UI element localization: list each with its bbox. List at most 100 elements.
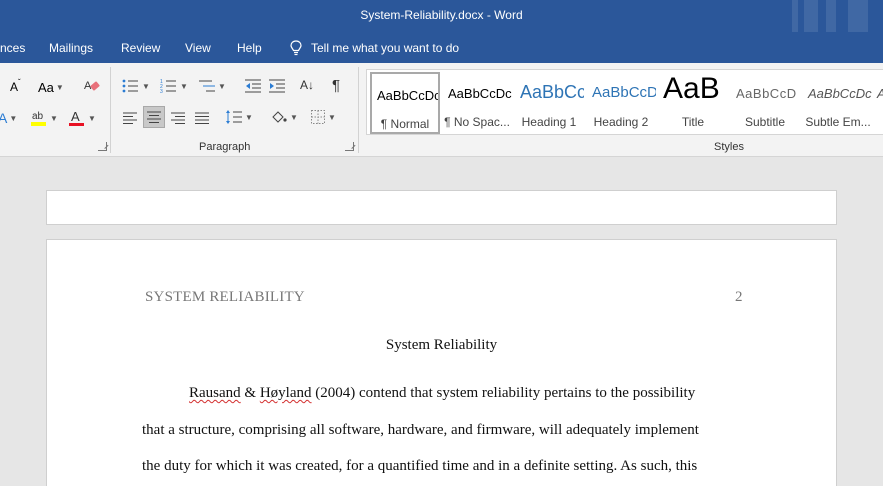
previous-page xyxy=(46,190,837,225)
style-name: ¶ No Spac... xyxy=(444,115,510,129)
style-sample: AaBbCcD xyxy=(592,84,656,101)
tell-me-label: Tell me what you want to do xyxy=(311,41,460,55)
decrease-indent-icon xyxy=(245,79,261,93)
numbering-icon: 1 2 3 xyxy=(160,79,176,94)
multilevel-list-button[interactable]: ▼ xyxy=(198,76,226,96)
style-heading-2[interactable]: AaBbCcD Heading 2 xyxy=(586,72,656,134)
style-subtle-emphasis[interactable]: AaBbCcDc Subtle Em... xyxy=(802,72,874,134)
change-case-button[interactable]: Aa ▼ xyxy=(38,77,64,97)
chevron-down-icon: ▼ xyxy=(218,81,226,91)
justify-button[interactable] xyxy=(194,108,210,128)
tab-review[interactable]: Review xyxy=(121,41,160,55)
style-no-spacing[interactable]: AaBbCcDc ¶ No Spac... xyxy=(442,72,512,134)
styles-gallery: AaBbCcDc ¶ Normal AaBbCcDc ¶ No Spac... … xyxy=(366,69,883,135)
decrease-font-size-button[interactable]: Aˇ xyxy=(10,77,21,97)
decrease-indent-button[interactable] xyxy=(244,76,262,96)
styles-group-label: Styles xyxy=(714,141,744,153)
document-page[interactable]: SYSTEM RELIABILITY 2 System Reliability … xyxy=(46,239,837,486)
borders-button[interactable]: ▼ xyxy=(310,107,336,127)
style-sample: AaB xyxy=(663,72,720,105)
text-effects-icon: A xyxy=(0,110,8,126)
style-name: ¶ Normal xyxy=(380,117,430,131)
style-name: Heading 1 xyxy=(521,115,577,129)
style-name: Subtitle xyxy=(744,115,786,129)
increase-indent-icon xyxy=(269,79,285,93)
paint-bucket-icon xyxy=(272,111,287,123)
style-sample: AaBbCc xyxy=(520,82,584,102)
style-partial[interactable]: A xyxy=(876,72,883,134)
clear-formatting-button[interactable]: A xyxy=(84,76,100,96)
style-name: Heading 2 xyxy=(593,115,649,129)
chevron-down-icon: ▼ xyxy=(50,113,58,123)
font-size-glyph: A xyxy=(10,80,19,94)
chevron-down-icon: ▼ xyxy=(9,113,18,123)
tab-help[interactable]: Help xyxy=(237,41,262,55)
page-number: 2 xyxy=(735,289,743,305)
justify-icon xyxy=(195,112,209,124)
caret-down-icon: ˇ xyxy=(18,77,21,87)
font-dialog-launcher-icon[interactable] xyxy=(98,142,107,151)
multilevel-list-icon xyxy=(199,80,215,92)
style-subtitle[interactable]: AaBbCcD Subtitle xyxy=(730,72,800,134)
chevron-down-icon: ▼ xyxy=(290,112,298,122)
style-sample-partial-icon: A xyxy=(877,86,883,101)
chevron-down-icon: ▼ xyxy=(245,112,253,122)
increase-indent-button[interactable] xyxy=(268,76,286,96)
group-separator xyxy=(358,67,359,153)
align-right-icon xyxy=(171,112,185,124)
line-spacing-icon xyxy=(226,110,242,124)
tab-view[interactable]: View xyxy=(185,41,211,55)
chevron-down-icon: ▼ xyxy=(328,112,336,122)
running-head: SYSTEM RELIABILITY xyxy=(145,289,305,305)
style-sample: AaBbCcDc xyxy=(808,86,872,101)
change-case-label: Aa xyxy=(38,79,54,95)
ribbon-tabs: nces Mailings Review View Help Tell me w… xyxy=(0,32,883,63)
align-right-button[interactable] xyxy=(170,108,186,128)
body-line-1: Rausand & Høyland (2004) contend that sy… xyxy=(189,385,695,402)
body-line-3: the duty for which it was created, for a… xyxy=(142,458,698,474)
title-bar: System-Reliability.docx - Word xyxy=(0,0,883,32)
shading-button[interactable]: ▼ xyxy=(270,107,298,127)
body-text: (2004) contend that system reliability p… xyxy=(311,385,696,401)
paragraph-dialog-launcher-icon[interactable] xyxy=(345,142,354,151)
line-spacing-button[interactable]: ▼ xyxy=(225,107,253,127)
sort-button[interactable]: A↓ xyxy=(300,75,314,95)
align-left-icon xyxy=(123,112,137,124)
style-normal[interactable]: AaBbCcDc ¶ Normal xyxy=(370,72,440,134)
numbering-button[interactable]: 1 2 3 ▼ xyxy=(160,76,188,96)
style-name: Subtle Em... xyxy=(805,115,871,129)
highlight-color-button[interactable]: ab ▼ xyxy=(30,108,58,128)
chevron-down-icon: ▼ xyxy=(88,113,96,123)
align-left-button[interactable] xyxy=(122,108,138,128)
style-name: Title xyxy=(681,115,705,129)
tab-references[interactable]: nces xyxy=(0,41,25,55)
tab-mailings[interactable]: Mailings xyxy=(49,41,93,55)
text-effects-button[interactable]: A ▼ xyxy=(0,108,17,128)
document-heading: System Reliability xyxy=(385,337,498,353)
style-title[interactable]: AaB Title xyxy=(658,72,728,134)
style-heading-1[interactable]: AaBbCc Heading 1 xyxy=(514,72,584,134)
style-sample: AaBbCcDc xyxy=(377,88,440,103)
spelling-error[interactable]: Høyland xyxy=(260,385,312,401)
font-color-icon: A xyxy=(69,109,84,126)
chevron-down-icon: ▼ xyxy=(142,81,150,91)
lightbulb-icon xyxy=(290,40,302,56)
sort-icon: A↓ xyxy=(300,78,315,92)
bullets-icon xyxy=(122,79,138,93)
bullets-button[interactable]: ▼ xyxy=(122,76,150,96)
show-formatting-button[interactable]: ¶ xyxy=(332,75,340,95)
svg-text:ab: ab xyxy=(32,111,44,122)
spelling-error[interactable]: Rausand xyxy=(189,385,241,401)
group-separator xyxy=(110,67,111,153)
body-text: & xyxy=(240,385,260,401)
style-sample: AaBbCcD xyxy=(736,86,797,101)
body-line-2: that a structure, comprising all softwar… xyxy=(142,422,699,438)
tell-me-search[interactable]: Tell me what you want to do xyxy=(290,38,459,58)
align-center-icon xyxy=(147,111,161,123)
window-title: System-Reliability.docx - Word xyxy=(360,8,523,22)
svg-text:3: 3 xyxy=(160,89,163,94)
style-sample: AaBbCcDc xyxy=(448,86,512,101)
eraser-icon: A xyxy=(84,80,100,92)
align-center-button[interactable] xyxy=(143,106,165,128)
font-color-button[interactable]: A ▼ xyxy=(68,108,96,128)
